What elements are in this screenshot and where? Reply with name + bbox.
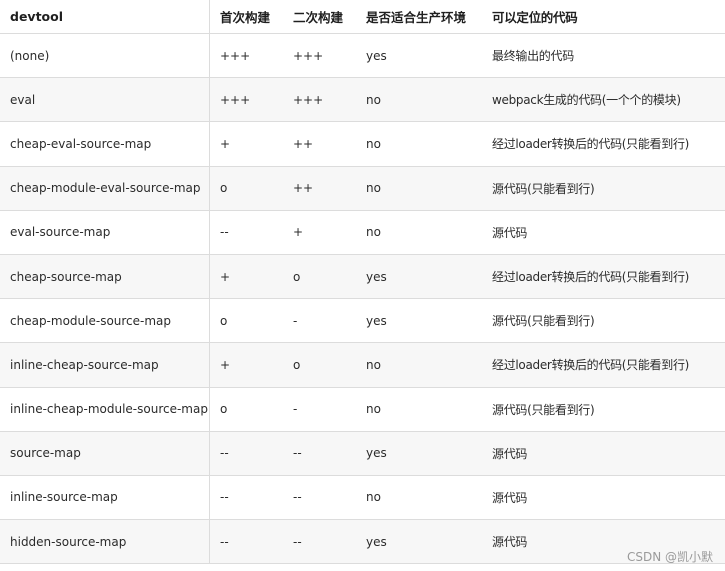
table-header-row: devtool 首次构建 二次构建 是否适合生产环境 可以定位的代码 xyxy=(0,0,725,34)
cell-first-build: + xyxy=(220,269,231,284)
cell-rebuild: ++ xyxy=(293,181,314,196)
cell-devtool: hidden-source-map xyxy=(0,520,210,564)
cell-locatable-code: 经过loader转换后的代码(只能看到行) xyxy=(492,358,690,373)
cell-locatable-code: webpack生成的代码(一个个的模块) xyxy=(492,93,681,108)
cell-locatable-code: 源代码 xyxy=(492,225,528,240)
watermark: CSDN @凯小默 xyxy=(626,550,713,564)
cell-first-build: -- xyxy=(220,446,229,461)
table-row: cheap-module-eval-source-map o ++ no 源代码… xyxy=(0,166,725,211)
cell-devtool: cheap-module-eval-source-map xyxy=(0,166,210,210)
cell-production: no xyxy=(366,225,381,240)
cell-locatable-code: 源代码 xyxy=(492,490,528,505)
cell-production: yes xyxy=(366,313,387,328)
cell-devtool: cheap-eval-source-map xyxy=(0,122,210,166)
cell-production: no xyxy=(366,136,381,151)
cell-rebuild: o xyxy=(293,357,301,372)
cell-production: no xyxy=(366,490,381,505)
table-row: inline-source-map -- -- no 源代码 xyxy=(0,475,725,521)
table-row: cheap-module-source-map o - yes 源代码(只能看到… xyxy=(0,299,725,344)
cell-production: yes xyxy=(366,446,387,461)
cell-first-build: + xyxy=(220,357,231,372)
cell-devtool: cheap-module-source-map xyxy=(0,299,210,343)
cell-production: no xyxy=(366,92,381,107)
cell-first-build: +++ xyxy=(220,48,251,63)
cell-rebuild: -- xyxy=(293,490,302,505)
cell-locatable-code: 经过loader转换后的代码(只能看到行) xyxy=(492,270,690,285)
cell-production: yes xyxy=(366,534,387,549)
cell-locatable-code: 源代码 xyxy=(492,446,528,461)
header-locatable-code: 可以定位的代码 xyxy=(492,10,578,25)
cell-production: no xyxy=(366,402,381,417)
cell-rebuild: + xyxy=(293,225,304,240)
cell-locatable-code: 最终输出的代码 xyxy=(492,49,574,64)
header-devtool: devtool xyxy=(0,0,210,33)
cell-first-build: o xyxy=(220,181,228,196)
table-row: eval-source-map -- + no 源代码 xyxy=(0,210,725,255)
cell-rebuild: +++ xyxy=(293,48,324,63)
cell-rebuild: o xyxy=(293,269,301,284)
cell-locatable-code: 源代码(只能看到行) xyxy=(492,181,595,196)
table-row: hidden-source-map -- -- yes 源代码 xyxy=(0,520,725,565)
cell-first-build: -- xyxy=(220,225,229,240)
table-row: cheap-eval-source-map + ++ no 经过loader转换… xyxy=(0,122,725,167)
cell-devtool: inline-cheap-module-source-map xyxy=(0,387,210,431)
cell-devtool: (none) xyxy=(0,34,210,78)
cell-first-build: -- xyxy=(220,534,229,549)
cell-first-build: o xyxy=(220,402,228,417)
cell-first-build: o xyxy=(220,313,228,328)
table-row: inline-cheap-module-source-map o - no 源代… xyxy=(0,387,725,432)
header-first-build: 首次构建 xyxy=(220,10,271,25)
cell-devtool: eval xyxy=(0,78,210,122)
cell-devtool: inline-source-map xyxy=(0,475,210,520)
header-rebuild: 二次构建 xyxy=(293,10,344,25)
cell-locatable-code: 经过loader转换后的代码(只能看到行) xyxy=(492,137,690,152)
cell-rebuild: ++ xyxy=(293,136,314,151)
cell-rebuild: +++ xyxy=(293,92,324,107)
cell-devtool: source-map xyxy=(0,431,210,475)
cell-rebuild: -- xyxy=(293,534,302,549)
table-row: source-map -- -- yes 源代码 xyxy=(0,431,725,476)
cell-production: no xyxy=(366,357,381,372)
cell-production: yes xyxy=(366,269,387,284)
table-row: eval +++ +++ no webpack生成的代码(一个个的模块) xyxy=(0,78,725,123)
cell-first-build: + xyxy=(220,136,231,151)
cell-devtool: cheap-source-map xyxy=(0,254,210,299)
cell-first-build: +++ xyxy=(220,92,251,107)
devtool-comparison-table: devtool 首次构建 二次构建 是否适合生产环境 可以定位的代码 (none… xyxy=(0,0,725,565)
table-row: inline-cheap-source-map + o no 经过loader转… xyxy=(0,343,725,388)
table-row: cheap-source-map + o yes 经过loader转换后的代码(… xyxy=(0,254,725,300)
table-row: (none) +++ +++ yes 最终输出的代码 xyxy=(0,34,725,79)
cell-devtool: eval-source-map xyxy=(0,210,210,254)
cell-locatable-code: 源代码(只能看到行) xyxy=(492,402,595,417)
cell-production: yes xyxy=(366,48,387,63)
cell-rebuild: - xyxy=(293,313,298,328)
cell-locatable-code: 源代码(只能看到行) xyxy=(492,314,595,329)
cell-production: no xyxy=(366,181,381,196)
cell-rebuild: -- xyxy=(293,446,302,461)
cell-devtool: inline-cheap-source-map xyxy=(0,343,210,387)
cell-first-build: -- xyxy=(220,490,229,505)
cell-rebuild: - xyxy=(293,402,298,417)
header-production: 是否适合生产环境 xyxy=(366,10,467,25)
